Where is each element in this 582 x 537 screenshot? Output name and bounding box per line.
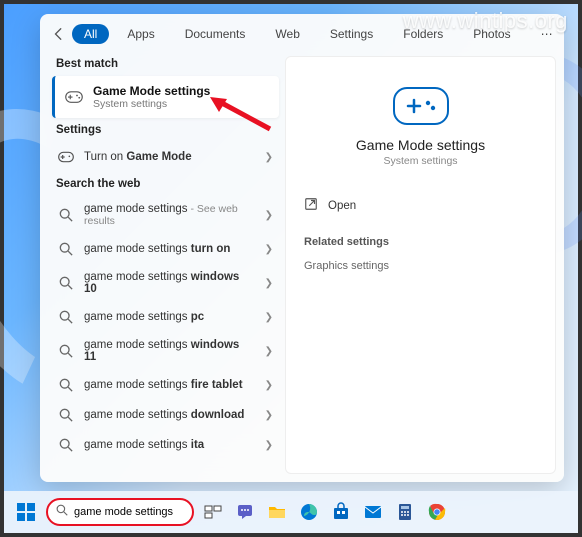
chevron-right-icon: ❯ [265,312,273,323]
task-view-icon[interactable] [200,499,226,525]
web-result[interactable]: game mode settings ita ❯ [52,430,279,460]
edge-icon[interactable] [296,499,322,525]
windows-logo-icon [17,503,35,521]
web-result-text: game mode settings windows 10 [84,271,255,295]
settings-item[interactable]: Turn on Game Mode ❯ [52,142,279,172]
mail-icon[interactable] [360,499,386,525]
web-result[interactable]: game mode settings download ❯ [52,400,279,430]
chevron-right-icon: ❯ [265,410,273,421]
chevron-right-icon: ❯ [265,278,273,289]
web-result-text: game mode settings - See web results [84,203,255,227]
web-result[interactable]: game mode settings - See web results ❯ [52,196,279,234]
related-setting-item[interactable]: Graphics settings [302,256,539,276]
tab-settings[interactable]: Settings [318,24,385,44]
open-action[interactable]: Open [302,191,539,220]
search-icon [58,275,74,291]
web-result-text: game mode settings pc [84,311,204,323]
chevron-right-icon: ❯ [265,244,273,255]
related-settings-label: Related settings [304,236,537,248]
tab-all[interactable]: All [72,24,109,44]
results-column: Best match Game Mode settings System set… [40,52,285,482]
chevron-right-icon: ❯ [265,346,273,357]
search-icon [56,503,68,521]
chevron-right-icon: ❯ [265,380,273,391]
file-explorer-icon[interactable] [264,499,290,525]
search-panel: All Apps Documents Web Settings Folders … [40,14,564,482]
web-result[interactable]: game mode settings windows 10 ❯ [52,264,279,302]
web-result-text: game mode settings fire tablet [84,379,243,391]
chevron-right-icon: ❯ [265,440,273,451]
search-icon [58,309,74,325]
chrome-icon[interactable] [424,499,450,525]
open-label: Open [328,200,356,212]
chevron-right-icon: ❯ [265,210,273,221]
tab-web[interactable]: Web [263,24,311,44]
web-result[interactable]: game mode settings pc ❯ [52,302,279,332]
chevron-right-icon: ❯ [265,152,273,163]
search-icon [58,407,74,423]
web-result-text: game mode settings turn on [84,243,230,255]
watermark-text: www.wintips.org [403,8,568,34]
best-match-subtitle: System settings [93,98,210,110]
search-icon [58,207,74,223]
web-section-label: Search the web [56,178,275,190]
web-result-text: game mode settings ita [84,439,204,451]
taskbar-search-input[interactable] [74,506,184,518]
best-match-item[interactable]: Game Mode settings System settings [52,76,279,118]
search-icon [58,343,74,359]
tab-apps[interactable]: Apps [115,24,166,44]
gamepad-icon [58,149,74,165]
settings-section-label: Settings [56,124,275,136]
settings-item-text: Turn on Game Mode [84,151,192,163]
taskbar-search-box[interactable] [46,498,194,526]
start-button[interactable] [12,498,40,526]
tab-documents[interactable]: Documents [173,24,258,44]
back-button[interactable] [52,22,66,46]
gamepad-icon [65,88,83,106]
open-icon [304,197,318,214]
calculator-icon[interactable] [392,499,418,525]
web-result[interactable]: game mode settings fire tablet ❯ [52,370,279,400]
search-icon [58,377,74,393]
best-match-title: Game Mode settings [93,84,210,98]
taskbar [4,491,578,533]
search-icon [58,241,74,257]
web-result[interactable]: game mode settings windows 11 ❯ [52,332,279,370]
best-match-label: Best match [56,58,275,70]
web-result-text: game mode settings windows 11 [84,339,255,363]
chat-icon[interactable] [232,499,258,525]
details-pane: Game Mode settings System settings Open … [285,56,556,474]
details-title: Game Mode settings [302,137,539,153]
store-icon[interactable] [328,499,354,525]
details-subtitle: System settings [302,155,539,167]
gamepad-large-icon [393,87,449,125]
web-result[interactable]: game mode settings turn on ❯ [52,234,279,264]
web-result-text: game mode settings download [84,409,244,421]
search-icon [58,437,74,453]
